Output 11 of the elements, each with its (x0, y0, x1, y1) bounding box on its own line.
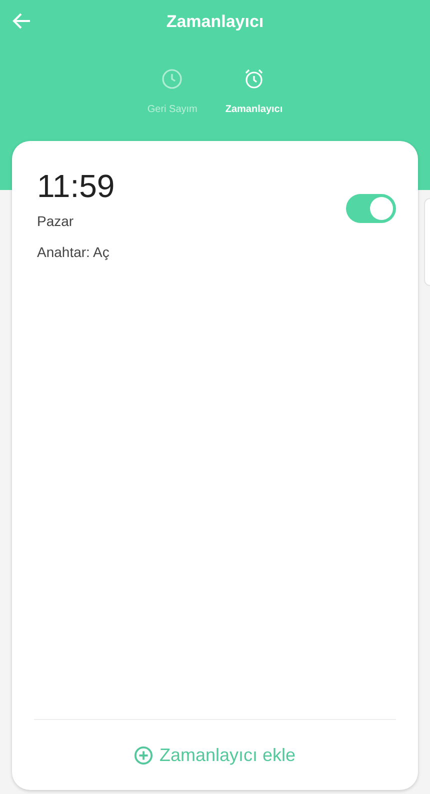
timer-time: 11:59 (37, 167, 115, 205)
timer-switch[interactable] (346, 194, 396, 222)
tab[interactable]: Geri Sayım (147, 68, 198, 117)
page-title: Zamanlayıcı (166, 11, 264, 34)
alarm-clock-icon (243, 68, 265, 90)
clock-icon (161, 68, 184, 90)
timer-action: Anahtar: Aç (37, 243, 110, 262)
timer-days: Pazar (37, 211, 115, 232)
add-timer-button[interactable]: Zamanlayıcı ekle (134, 742, 296, 768)
tab[interactable]: Zamanlayıcı (225, 68, 283, 117)
plus-circle-icon (134, 746, 154, 764)
